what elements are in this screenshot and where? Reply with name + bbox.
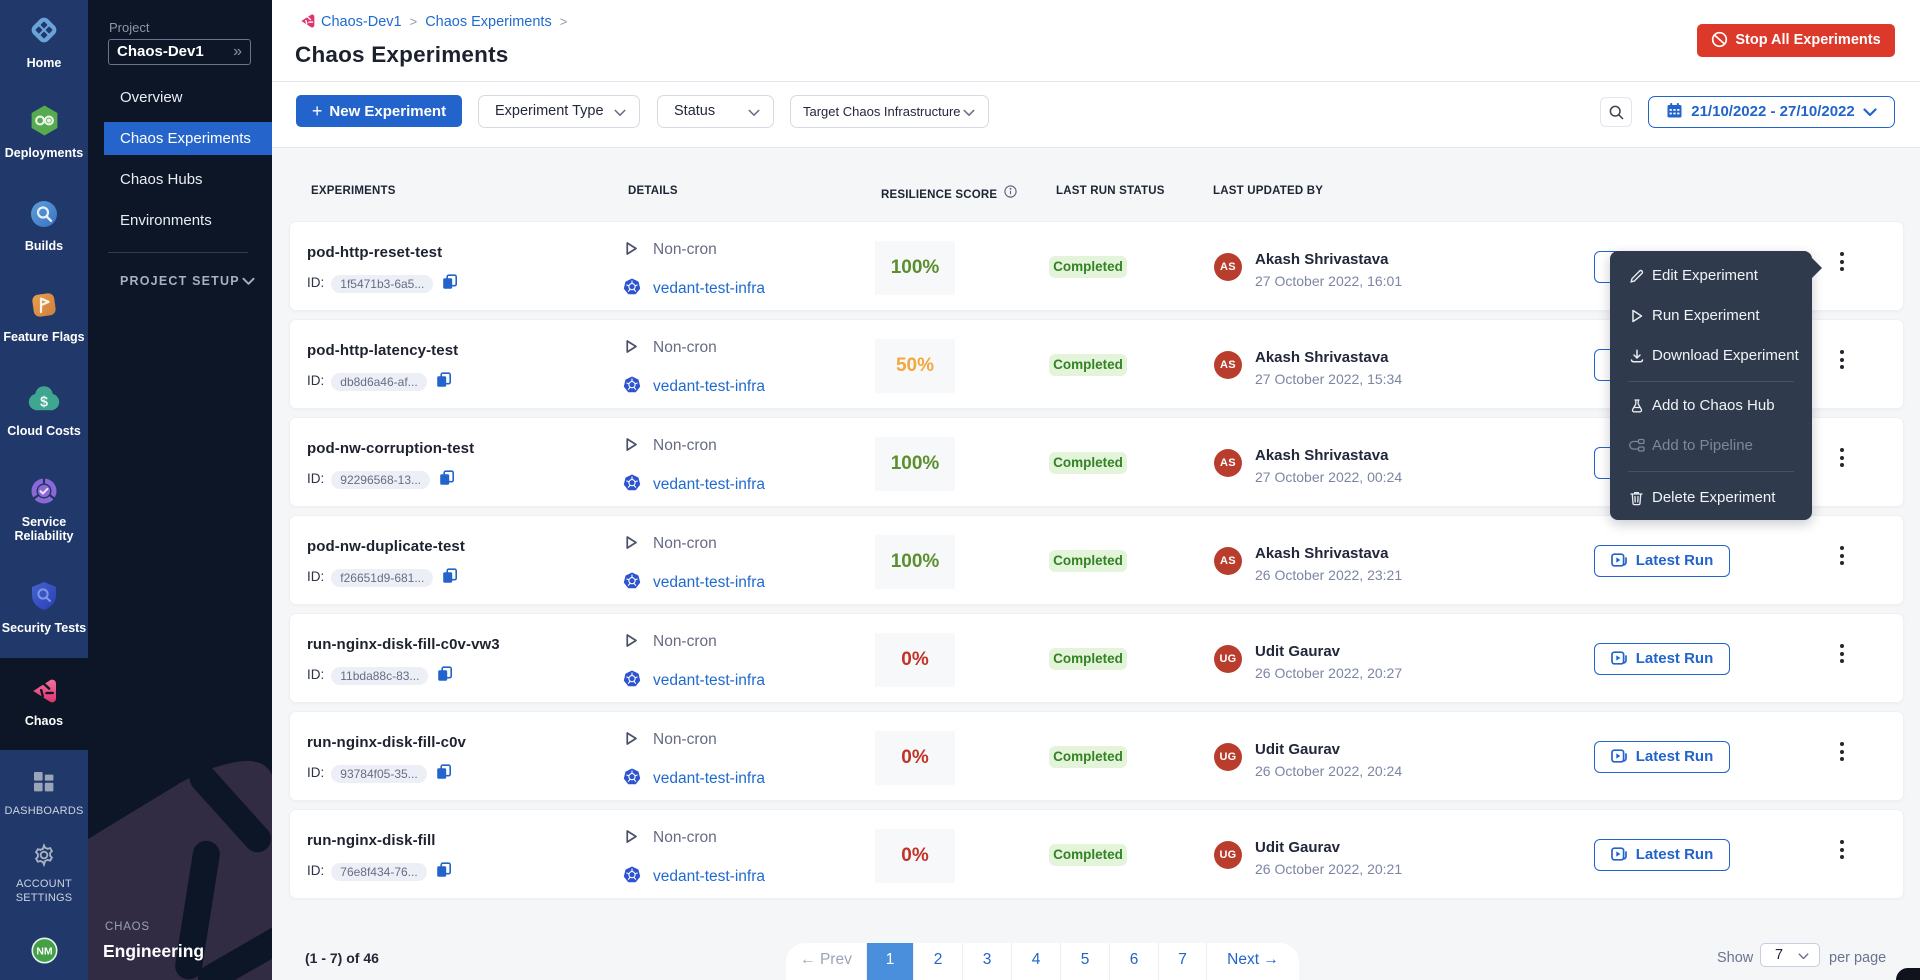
svg-text:NM: NM xyxy=(36,946,53,958)
svg-text:$: $ xyxy=(40,395,48,411)
